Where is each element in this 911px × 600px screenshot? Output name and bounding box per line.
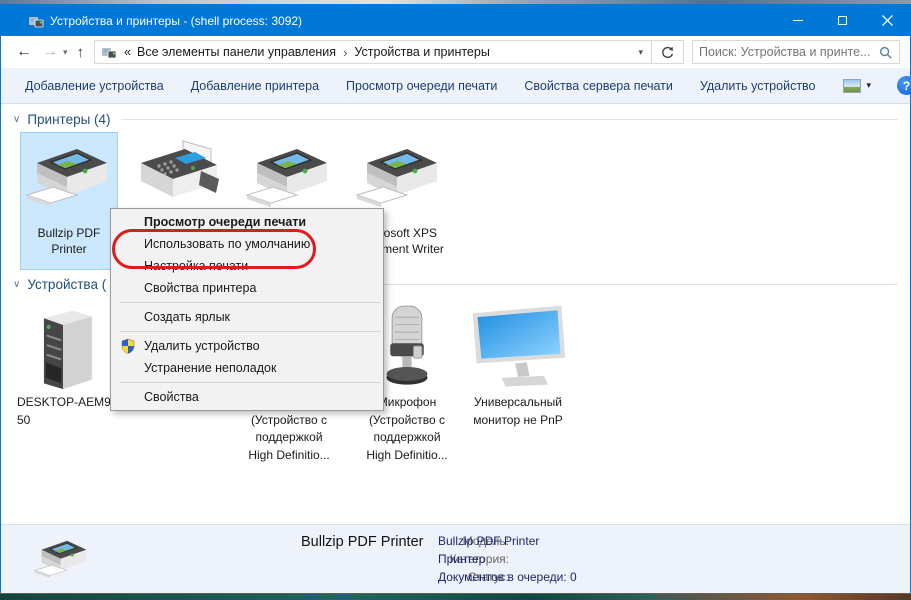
location-icon — [101, 44, 117, 60]
view-dropdown-icon: ▾ — [867, 80, 872, 91]
search-box[interactable] — [692, 40, 900, 64]
tile-label-line: 50 — [17, 412, 115, 430]
toolbar-print-server-properties[interactable]: Свойства сервера печати — [524, 79, 673, 93]
tile-label-line: DESKTOP-AEM9 — [17, 394, 115, 412]
group-rule — [121, 119, 898, 120]
menu-item-create-shortcut[interactable]: Создать ярлык — [111, 306, 383, 328]
title-bar[interactable]: Устройства и принтеры - (shell process: … — [1, 5, 910, 36]
toolbar-view-print-queue[interactable]: Просмотр очереди печати — [346, 79, 497, 93]
device-tile-desktop[interactable]: DESKTOP-AEM9 50 — [15, 300, 115, 470]
uac-shield-icon — [120, 338, 136, 354]
search-input[interactable] — [699, 45, 878, 59]
collapse-chevron-icon[interactable]: ∨ — [13, 114, 20, 125]
details-value-category: Принтер — [438, 552, 485, 566]
printer-icon — [31, 533, 93, 587]
printer-context-menu: Просмотр очереди печати Использовать по … — [110, 208, 384, 411]
devices-group-label: Устройства ( — [27, 277, 106, 292]
tile-label-line: (Устройство с — [239, 412, 339, 430]
tile-label-line: High Definitio... — [357, 447, 457, 465]
printer-tile-bullzip[interactable]: Bullzip PDF Printer — [21, 133, 117, 269]
breadcrumb-current[interactable]: Устройства и принтеры — [351, 45, 492, 59]
monitor-icon — [465, 303, 571, 391]
menu-item-printing-preferences[interactable]: Настройка печати — [111, 255, 383, 277]
menu-item-properties[interactable]: Свойства — [111, 386, 383, 408]
address-dropdown-icon[interactable]: ▾ — [630, 47, 651, 58]
printers-group-label: Принтеры (4) — [27, 112, 110, 127]
menu-item-troubleshoot[interactable]: Устранение неполадок — [111, 357, 383, 379]
up-button[interactable]: ↑ — [71, 42, 91, 63]
breadcrumb-separator-icon[interactable]: › — [339, 45, 351, 60]
minimize-icon — [793, 20, 803, 21]
desktop-wallpaper-strip — [0, 593, 911, 600]
printers-group-header[interactable]: ∨ Принтеры (4) — [13, 112, 898, 127]
tile-label-line: Printer — [21, 241, 117, 257]
tile-label-line: поддержкой — [239, 429, 339, 447]
breadcrumb-collapsed[interactable]: « — [121, 45, 134, 59]
close-button[interactable] — [865, 5, 910, 36]
window-title: Устройства и принтеры - (shell process: … — [50, 14, 302, 28]
close-icon — [882, 15, 893, 26]
search-icon[interactable] — [878, 45, 893, 60]
breadcrumb-control-panel[interactable]: Все элементы панели управления — [134, 45, 339, 59]
details-value-model: Bullzip PDF Printer — [438, 534, 539, 548]
printer-icon — [21, 137, 117, 221]
app-icon — [28, 13, 44, 29]
tile-label-line: Универсальный — [461, 394, 575, 412]
toolbar-add-printer[interactable]: Добавление принтера — [191, 79, 319, 93]
maximize-button[interactable] — [820, 5, 865, 36]
view-thumbnail-icon — [843, 79, 861, 93]
tile-label-line: поддержкой — [357, 429, 457, 447]
tile-label-line: Bullzip PDF — [21, 225, 117, 241]
device-tile-monitor[interactable]: Универсальный монитор не PnP — [461, 300, 575, 470]
navigation-bar: ← → ▾ ↑ « Все элементы панели управления… — [1, 36, 910, 68]
back-button[interactable]: ← — [11, 42, 37, 62]
view-options-button[interactable]: ▾ — [843, 79, 872, 93]
toolbar-remove-device[interactable]: Удалить устройство — [700, 79, 816, 93]
tile-label-line: монитор не PnP — [461, 412, 575, 430]
computer-tower-icon — [19, 301, 111, 393]
tile-label-line: (Устройство с — [357, 412, 457, 430]
details-value-status: Документов в очереди: 0 — [438, 570, 577, 584]
forward-button[interactable]: → — [37, 42, 63, 62]
menu-item-label: Удалить устройство — [144, 339, 260, 353]
desktop-wallpaper: Устройства и принтеры - (shell process: … — [0, 0, 911, 600]
recent-pages-dropdown[interactable]: ▾ — [63, 47, 71, 58]
menu-separator — [120, 302, 381, 303]
menu-item-remove-device[interactable]: Удалить устройство — [111, 335, 383, 357]
command-bar: Добавление устройства Добавление принтер… — [1, 68, 910, 104]
details-pane: Bullzip PDF Printer Модель: Bullzip PDF … — [1, 524, 910, 593]
menu-separator — [120, 382, 381, 383]
minimize-button[interactable] — [775, 5, 820, 36]
refresh-icon — [660, 45, 675, 60]
toolbar-add-device[interactable]: Добавление устройства — [25, 79, 164, 93]
tile-label-line: High Definitio... — [239, 447, 339, 465]
menu-separator — [120, 331, 381, 332]
refresh-button[interactable] — [651, 41, 683, 63]
help-button[interactable]: ? — [897, 76, 911, 95]
maximize-icon — [838, 16, 847, 25]
menu-item-printer-properties[interactable]: Свойства принтера — [111, 277, 383, 299]
address-bar[interactable]: « Все элементы панели управления › Устро… — [94, 40, 684, 64]
menu-item-view-print-queue[interactable]: Просмотр очереди печати — [111, 211, 383, 233]
menu-item-set-as-default[interactable]: Использовать по умолчанию — [111, 233, 383, 255]
collapse-chevron-icon[interactable]: ∨ — [13, 279, 20, 290]
